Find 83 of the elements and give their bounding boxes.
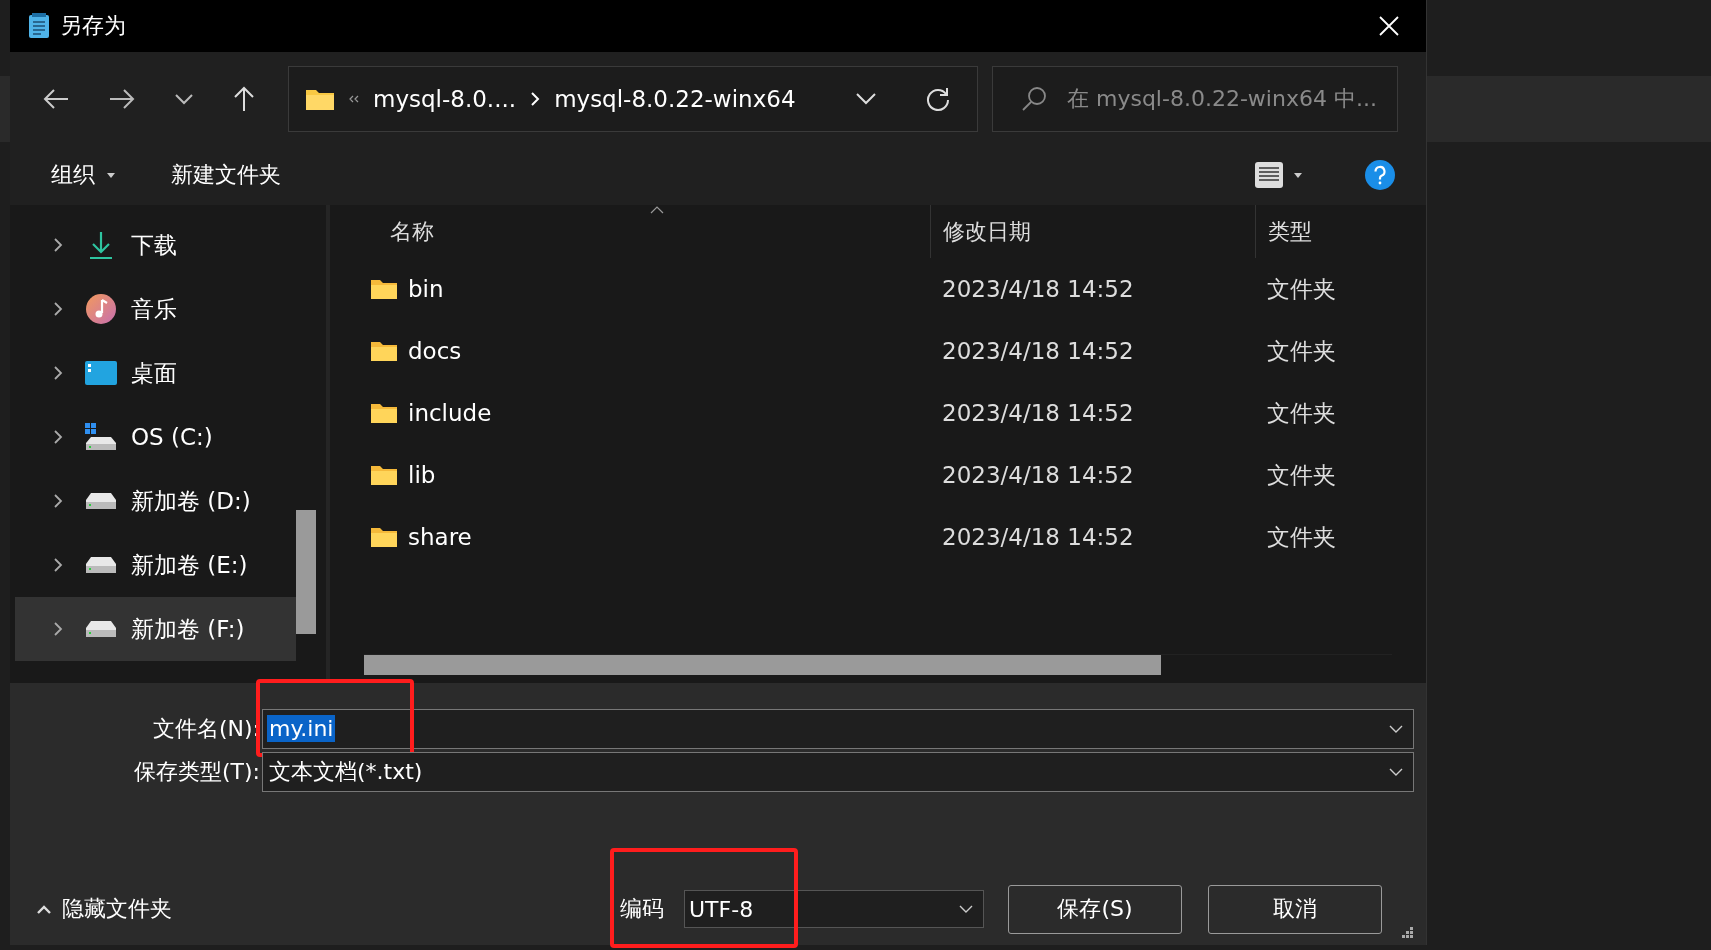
help-icon[interactable] (1364, 159, 1396, 191)
sidebar-item[interactable]: OS (C:) (15, 405, 296, 469)
close-icon[interactable] (1378, 15, 1400, 37)
column-header[interactable]: 名称 (330, 216, 930, 247)
folder-icon (370, 526, 398, 548)
sidebar-item[interactable]: 新加卷 (F:) (15, 597, 296, 661)
field-label: 文件名(N): (151, 714, 261, 743)
file-name[interactable]: bin (408, 276, 444, 302)
folder-icon (370, 278, 398, 300)
column-header[interactable]: 类型 (1255, 205, 1426, 258)
sidebar-item[interactable]: 新加卷 (D:) (15, 469, 296, 533)
toolbar-button[interactable]: 新建文件夹 (165, 156, 287, 194)
address-bar[interactable]: mysql-8.0.... mysql-8.0.22-winx64 (288, 65, 978, 132)
chevron-right-icon[interactable] (53, 365, 63, 381)
toolbar-button[interactable]: 组织 (45, 156, 101, 194)
table-cell-text: 文件夹 (1266, 274, 1337, 304)
file-name-field[interactable]: my.ini (262, 708, 1414, 749)
chevron-right-icon[interactable] (53, 557, 63, 573)
chevron-icon (36, 904, 52, 914)
folder-icon (370, 340, 398, 362)
selected-text: my.ini (267, 715, 336, 742)
encoding-label: 编码 (620, 895, 664, 923)
forward-arrow-icon[interactable] (108, 86, 136, 111)
chevron-right-icon[interactable] (53, 621, 63, 637)
breadcrumb[interactable]: mysql-8.0.22-winx64 (554, 85, 796, 112)
hide-folders-toggle[interactable]: 隐藏文件夹 (36, 894, 172, 924)
chevron-right-icon[interactable] (53, 237, 63, 253)
file-name[interactable]: docs (408, 338, 462, 364)
scroll-thumb[interactable] (296, 510, 316, 634)
overflow-chevron-icon[interactable] (349, 94, 359, 103)
back-arrow-icon[interactable] (42, 86, 70, 111)
file-name[interactable]: share (408, 524, 472, 550)
table-cell-text: 文件夹 (1266, 522, 1337, 552)
drive-icon (85, 556, 117, 574)
table-cell-text: 2023/4/18 14:52 (941, 338, 1135, 364)
chevron-down-icon[interactable] (174, 92, 194, 105)
field-label: 保存类型(T): (132, 757, 261, 786)
search-icon (1021, 85, 1047, 112)
music-note-icon (85, 293, 117, 325)
encoding-dropdown[interactable]: UTF-8 (684, 890, 984, 928)
breadcrumb[interactable]: mysql-8.0.... (373, 85, 517, 112)
caret-icon[interactable] (1389, 724, 1403, 733)
drive-icon (85, 423, 117, 451)
sidebar-item[interactable]: 桌面 (15, 341, 296, 405)
chevron-right-icon[interactable] (53, 429, 63, 445)
table-cell-text: 2023/4/18 14:52 (941, 462, 1135, 488)
scroll-thumb[interactable] (364, 655, 1161, 675)
folder-icon (370, 402, 398, 424)
file-name[interactable]: include (408, 400, 492, 426)
folder-icon (370, 464, 398, 486)
up-arrow-icon[interactable] (232, 84, 256, 113)
chevron-down-icon[interactable] (855, 91, 877, 106)
caret-icon[interactable] (1389, 767, 1403, 776)
resize-grip-icon[interactable] (1400, 925, 1414, 939)
file-name[interactable]: lib (408, 462, 436, 488)
view-list-icon[interactable] (1254, 161, 1284, 189)
sidebar-item[interactable]: 下载 (15, 213, 296, 277)
sidebar-item[interactable]: 音乐 (15, 277, 296, 341)
refresh-icon[interactable] (925, 85, 951, 112)
desktop-icon (85, 360, 117, 386)
table-cell-text: 2023/4/18 14:52 (941, 400, 1135, 426)
table-cell-text: 文件夹 (1266, 460, 1337, 490)
chevron-right-icon[interactable] (53, 493, 63, 509)
search-field[interactable]: 在 mysql-8.0.22-winx64 中... (992, 65, 1398, 132)
dialog-button[interactable]: 取消 (1208, 884, 1382, 934)
dialog-button[interactable]: 保存(S) (1008, 884, 1182, 934)
sort-caret-icon (650, 206, 664, 214)
chevron-right-icon (530, 90, 541, 107)
chevron-right-icon[interactable] (53, 301, 63, 317)
drive-icon (85, 492, 117, 510)
table-cell-text: 2023/4/18 14:52 (941, 524, 1135, 550)
table-cell-text: 文件夹 (1266, 398, 1337, 428)
file-type-dropdown[interactable]: 文本文档(*.txt) (262, 751, 1414, 792)
drive-icon (85, 620, 117, 638)
caret-icon[interactable] (107, 172, 115, 178)
notepad-icon (28, 13, 50, 39)
sidebar-item[interactable]: 新加卷 (E:) (15, 533, 296, 597)
table-cell-text: 文件夹 (1266, 336, 1337, 366)
column-header[interactable]: 修改日期 (930, 205, 1255, 258)
table-cell-text: 2023/4/18 14:52 (941, 276, 1135, 302)
caret-icon[interactable] (1294, 172, 1302, 178)
window-title: 另存为 (60, 12, 126, 40)
caret-icon[interactable] (959, 905, 973, 913)
